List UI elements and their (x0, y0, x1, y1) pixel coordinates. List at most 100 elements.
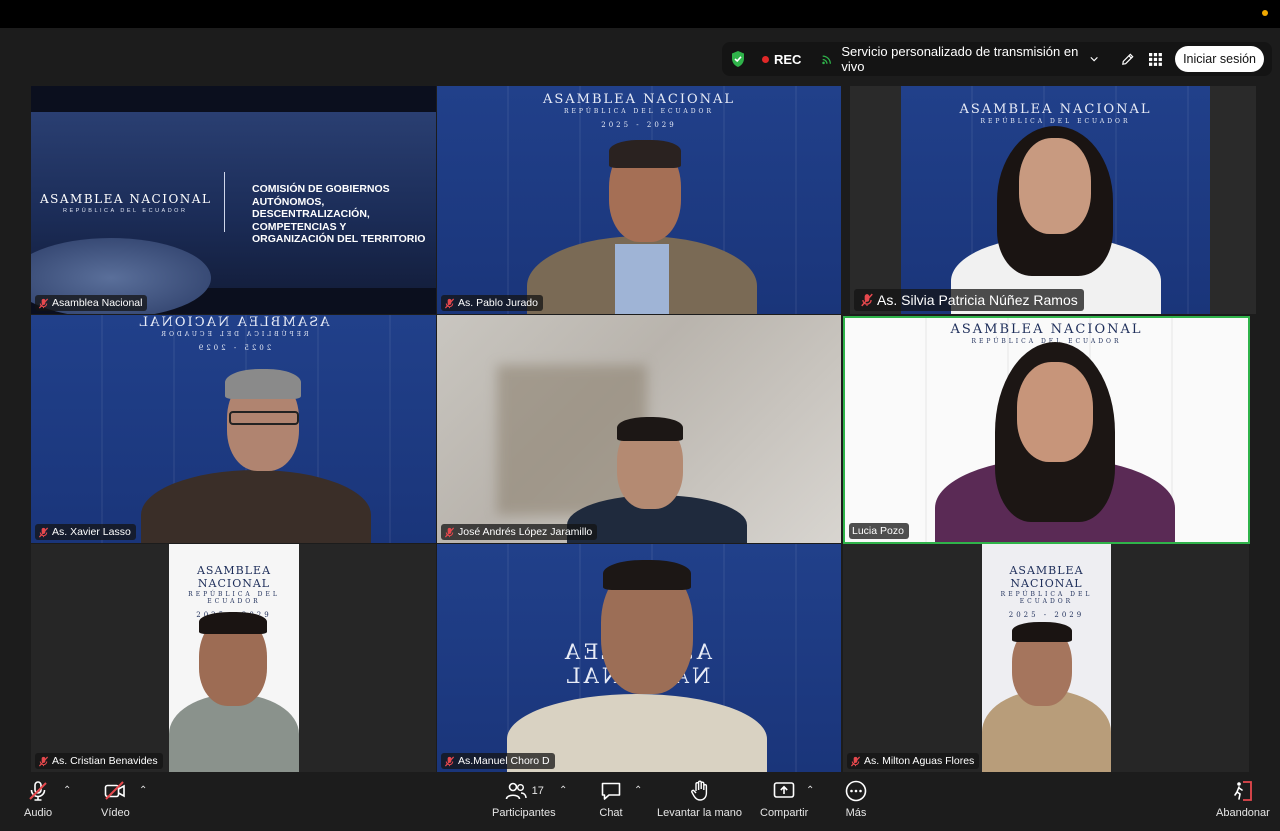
participant-name: Asamblea Nacional (52, 297, 143, 309)
participants-count: 17 (531, 785, 544, 797)
participant-name: As.Manuel Choro D (458, 755, 550, 767)
security-shield-icon[interactable] (730, 50, 746, 68)
participant-label: As. Pablo Jurado (441, 295, 543, 311)
participant-label: Asamblea Nacional (35, 295, 148, 311)
annotate-pencil-icon[interactable] (1118, 49, 1136, 69)
backdrop-subtitle: REPÚBLICA DEL ECUADOR (1000, 591, 1093, 605)
person-hair (199, 612, 267, 634)
participant-label: As. Milton Aguas Flores (847, 753, 980, 769)
banner-divider (224, 172, 225, 232)
leave-meeting-button[interactable]: Abandonar (1216, 779, 1270, 819)
video-tile-lucia-pozo-active-speaker[interactable]: ASAMBLEA NACIONAL REPÚBLICA DEL ECUADOR L… (843, 316, 1250, 544)
video-tile-cristian-benavides[interactable]: ASAMBLEA NACIONALREPÚBLICA DEL ECUADOR20… (31, 544, 436, 772)
person-hair (225, 369, 301, 399)
commission-title: COMISIÓN DE GOBIERNOS AUTÓNOMOS, DESCENT… (252, 183, 426, 245)
more-label: Más (845, 807, 867, 819)
backdrop-header: ASAMBLEA NACIONAL REPÚBLICA DEL ECUADOR (901, 102, 1210, 125)
video-tile-xavier-lasso[interactable]: ASAMBLEA NACIONAL REPÚBLICA DEL ECUADOR 20… (31, 315, 436, 543)
raise-hand-button[interactable]: Levantar la mano (657, 779, 742, 819)
backdrop-header: ASAMBLEA NACIONAL REPÚBLICA DEL ECUADOR (845, 322, 1248, 345)
participant-name: As. Silvia Patricia Núñez Ramos (877, 292, 1078, 308)
banner-subtitle: REPÚBLICA DEL ECUADOR (63, 208, 188, 214)
more-button[interactable]: Más (844, 779, 868, 819)
backdrop-subtitle: REPÚBLICA DEL ECUADOR (158, 331, 309, 338)
stream-label: Servicio personalizado de transmisión en… (841, 44, 1079, 74)
raise-hand-icon (690, 780, 707, 801)
video-options-chevron-icon[interactable]: ⌃ (139, 785, 147, 796)
video-tile-manuel-choro[interactable]: ASAMBLEA NACIONAL As.Manuel Choro D (437, 544, 841, 772)
backdrop-header: ASAMBLEA NACIONALREPÚBLICA DEL ECUADOR 20… (437, 92, 841, 129)
video-tile-asamblea-nacional[interactable]: ASAMBLEA NACIONAL REPÚBLICA DEL ECUADOR … (31, 86, 436, 314)
video-tile-silvia-nunez[interactable]: ASAMBLEA NACIONAL REPÚBLICA DEL ECUADOR A… (850, 86, 1256, 314)
mic-muted-icon (444, 527, 455, 537)
backdrop-subtitle: REPÚBLICA DEL ECUADOR (980, 118, 1131, 125)
share-screen-button[interactable]: Compartir (760, 779, 808, 819)
video-tile-jose-lopez[interactable]: José Andrés López Jaramillo (437, 315, 841, 543)
person-hair (609, 140, 681, 168)
backdrop-title: ASAMBLEA NACIONAL (196, 564, 272, 590)
video-label: Vídeo (101, 807, 130, 819)
backdrop-title: ASAMBLEA NACIONAL (137, 315, 330, 330)
meeting-status-bar: REC Servicio personalizado de transmisió… (722, 42, 1272, 76)
backdrop-title: ASAMBLEA NACIONAL (1009, 564, 1084, 590)
participant-name: José Andrés López Jaramillo (458, 526, 593, 538)
person-hair (617, 417, 683, 441)
chat-button[interactable]: Chat (599, 779, 623, 819)
backdrop-subtitle: REPÚBLICA DEL ECUADOR (188, 591, 280, 605)
participant-name: As. Milton Aguas Flores (864, 755, 975, 767)
video-button[interactable]: Vídeo (101, 779, 130, 819)
chat-options-chevron-icon[interactable]: ⌃ (634, 785, 642, 796)
mic-muted-icon (38, 527, 49, 537)
mic-muted-icon (38, 298, 49, 308)
mic-muted-icon (38, 756, 49, 766)
audio-options-chevron-icon[interactable]: ⌃ (63, 785, 71, 796)
banner-brand: ASAMBLEA NACIONAL (40, 192, 212, 206)
sign-in-button[interactable]: Iniciar sesión (1175, 46, 1265, 72)
audio-button[interactable]: Audio (24, 779, 52, 819)
mic-muted-icon (850, 756, 861, 766)
person-hair (603, 560, 691, 590)
recording-label: REC (774, 51, 802, 67)
live-stream-dropdown[interactable]: Servicio personalizado de transmisión en… (821, 44, 1098, 74)
recording-indicator[interactable]: REC (762, 52, 801, 67)
leave-door-icon (1234, 781, 1252, 801)
participant-label: As. Xavier Lasso (35, 524, 136, 540)
mic-muted-icon (444, 756, 455, 766)
video-feed: ASAMBLEA NACIONAL REPÚBLICA DEL ECUADOR (901, 86, 1210, 314)
backdrop-header-mirrored: ASAMBLEA NACIONAL REPÚBLICA DEL ECUADOR 20… (31, 315, 436, 352)
banner-background: ASAMBLEA NACIONAL REPÚBLICA DEL ECUADOR … (31, 112, 436, 314)
backdrop-title: ASAMBLEA NACIONAL (950, 322, 1143, 337)
backdrop-title: ASAMBLEA NACIONAL (959, 102, 1152, 117)
participant-label: José Andrés López Jaramillo (441, 524, 598, 540)
backdrop-header: ASAMBLEA NACIONALREPÚBLICA DEL ECUADOR 20… (982, 564, 1111, 619)
share-options-chevron-icon[interactable]: ⌃ (806, 785, 814, 796)
person-shirt (615, 244, 669, 314)
chat-label: Chat (599, 807, 623, 819)
apps-grid-icon[interactable] (1147, 49, 1165, 69)
leave-label: Abandonar (1216, 807, 1270, 819)
participant-name: As. Xavier Lasso (52, 526, 131, 538)
more-options-icon (845, 780, 867, 802)
glasses (229, 411, 299, 425)
video-feed: ASAMBLEA NACIONALREPÚBLICA DEL ECUADOR20… (169, 544, 299, 772)
backdrop-years: 2025 - 2029 (1008, 611, 1085, 619)
backdrop-years: 2025 - 2029 (601, 121, 677, 129)
system-bar (0, 0, 1280, 28)
chevron-down-icon (1090, 56, 1098, 62)
raise-hand-label: Levantar la mano (657, 807, 742, 819)
camera-indicator-icon (1262, 10, 1268, 16)
video-tile-milton-aguas[interactable]: ASAMBLEA NACIONAL REPÚBLICA DEL ECUADOR 20… (843, 544, 1249, 772)
video-tile-pablo-jurado[interactable]: ASAMBLEA NACIONAL REPÚBLICA DEL ECUADOR 20… (437, 86, 841, 314)
share-screen-icon (773, 782, 795, 798)
backdrop-years: 2025 - 2029 (195, 344, 272, 352)
participants-options-chevron-icon[interactable]: ⌃ (559, 785, 567, 796)
meeting-controls-toolbar: Audio ⌃ Vídeo ⌃ 17 Participantes ⌃ Chat … (0, 773, 1280, 831)
chat-bubble-icon (601, 782, 621, 800)
broadcast-icon (822, 54, 832, 64)
participant-label: As.Manuel Choro D (441, 753, 555, 769)
participants-button[interactable]: 17 Participantes (492, 779, 556, 819)
participants-icon (505, 782, 527, 800)
mic-muted-icon (861, 293, 873, 307)
participant-label: As. Cristian Benavides (35, 753, 163, 769)
share-label: Compartir (760, 807, 809, 819)
